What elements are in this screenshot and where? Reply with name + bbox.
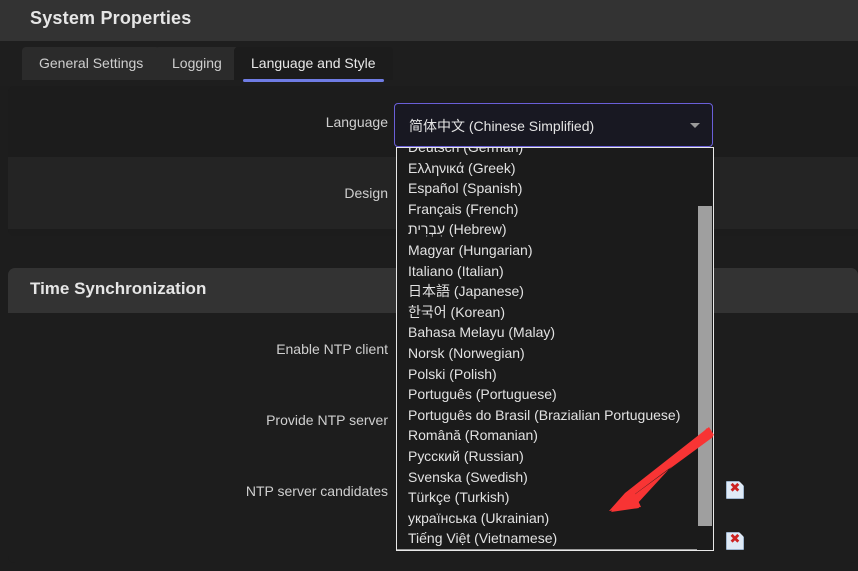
chevron-down-icon[interactable] (690, 123, 700, 128)
language-option[interactable]: Português do Brasil (Brazialian Portugue… (397, 405, 697, 426)
label-enable-ntp-client: Enable NTP client (276, 340, 388, 357)
language-select-value: 简体中文 (Chinese Simplified) (409, 118, 595, 134)
language-option[interactable]: Русский (Russian) (397, 446, 697, 467)
language-option[interactable]: Svenska (Swedish) (397, 467, 697, 488)
language-option[interactable]: Norsk (Norwegian) (397, 343, 697, 364)
dropdown-scrollbar-thumb[interactable] (698, 206, 712, 526)
label-provide-ntp-server: Provide NTP server (266, 411, 388, 428)
label-ntp-server-candidates: NTP server candidates (245, 482, 388, 499)
system-properties-window: System Properties General Settings Loggi… (0, 0, 858, 571)
broken-image-icon[interactable]: ✖ (726, 481, 744, 499)
language-option[interactable]: Português (Portuguese) (397, 384, 697, 405)
language-option[interactable]: Español (Spanish) (397, 178, 697, 199)
language-option[interactable]: Bahasa Melayu (Malay) (397, 322, 697, 343)
language-option[interactable]: 日本語 (Japanese) (397, 281, 697, 302)
window-titlebar: System Properties (0, 0, 858, 41)
dropdown-scrollbar[interactable] (698, 149, 712, 549)
language-option[interactable]: 한국어 (Korean) (397, 302, 697, 323)
language-option[interactable]: Polski (Polish) (397, 364, 697, 385)
language-option[interactable]: Türkçe (Turkish) (397, 487, 697, 508)
label-language: Language (325, 113, 388, 130)
language-option[interactable]: Français (French) (397, 199, 697, 220)
language-option[interactable]: Magyar (Hungarian) (397, 240, 697, 261)
page-title: System Properties (30, 8, 192, 28)
tab-language-and-style[interactable]: Language and Style (234, 47, 393, 82)
tab-general-settings[interactable]: General Settings (22, 47, 161, 80)
broken-image-icon[interactable]: ✖ (726, 532, 744, 550)
language-option[interactable]: українська (Ukrainian) (397, 508, 697, 529)
language-option[interactable]: Italiano (Italian) (397, 261, 697, 282)
label-design: Design (344, 185, 388, 201)
language-option[interactable]: Română (Romanian) (397, 425, 697, 446)
language-option[interactable]: 简体中文 (Chinese Simplified) (397, 548, 697, 550)
language-option[interactable]: עִבְרִית (Hebrew) (397, 219, 697, 240)
tab-bar: General Settings Logging Language and St… (0, 41, 858, 86)
tab-logging[interactable]: Logging (155, 47, 239, 80)
broken-image-x-glyph: ✖ (729, 532, 741, 547)
language-option[interactable]: Ελληνικά (Greek) (397, 158, 697, 179)
language-option[interactable]: Tiếng Việt (Vietnamese) (397, 528, 697, 549)
language-dropdown-list[interactable]: Deutsch (German) Ελληνικά (Greek) Español … (396, 147, 714, 551)
section-header-label: Time Synchronization (30, 279, 207, 298)
language-select[interactable]: 简体中文 (Chinese Simplified) (394, 103, 713, 147)
language-option-container: Deutsch (German) Ελληνικά (Greek) Español … (397, 148, 697, 550)
broken-image-x-glyph: ✖ (729, 481, 741, 496)
language-option[interactable]: Deutsch (German) (397, 148, 697, 158)
